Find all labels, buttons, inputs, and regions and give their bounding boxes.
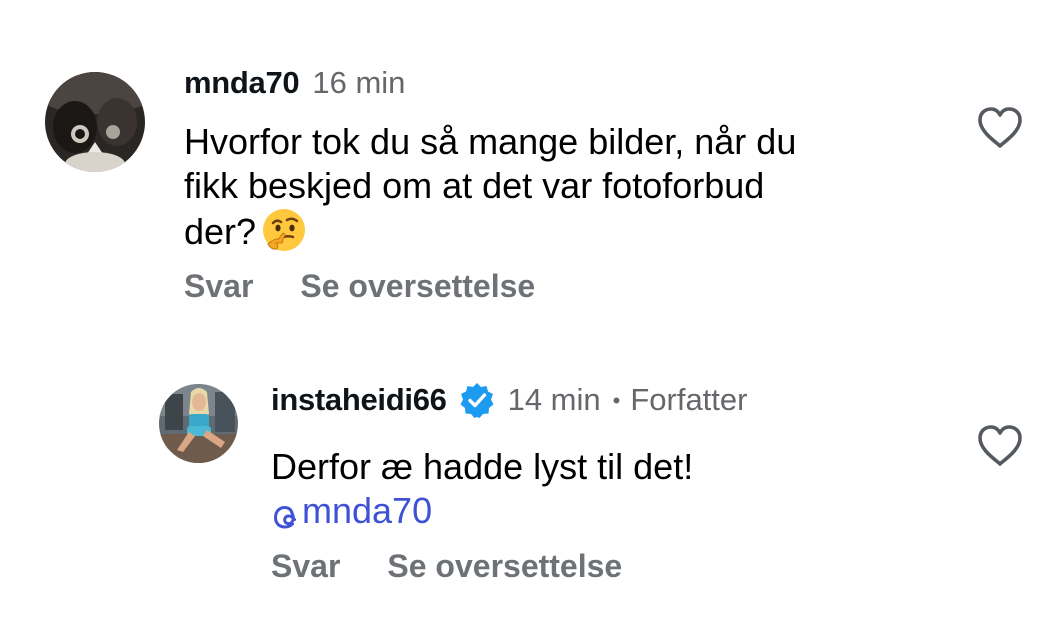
comment-text-fragment: der? <box>184 211 257 252</box>
reply-button[interactable]: Svar <box>184 268 253 305</box>
avatar-image <box>45 72 145 172</box>
heart-icon[interactable] <box>976 106 1024 150</box>
comment-text-line: der? <box>184 208 924 254</box>
reply-button[interactable]: Svar <box>271 548 340 585</box>
verified-badge-icon <box>459 382 495 418</box>
username[interactable]: instaheidi66 <box>271 382 447 418</box>
timestamp: 16 min <box>312 65 406 100</box>
comment-text: Derfor æ hadde lyst til det! mnda70 <box>271 445 921 540</box>
comment-text-line: Hvorfor tok du så mange bilder, når du <box>184 121 797 162</box>
comment-header: mnda70 16 min <box>184 64 405 102</box>
mention-username: mnda70 <box>302 490 433 531</box>
author-label: Forfatter <box>630 382 748 417</box>
avatar[interactable] <box>159 384 238 463</box>
heart-icon[interactable] <box>976 424 1024 468</box>
comment-actions: Svar Se oversettelse <box>184 268 535 305</box>
thinking-face-icon <box>262 208 306 252</box>
timestamp: 14 min <box>507 382 601 417</box>
mention-link[interactable]: mnda70 <box>271 489 432 533</box>
see-translation-button[interactable]: Se oversettelse <box>300 268 535 305</box>
comment-text-line: fikk beskjed om at det var fotoforbud <box>184 165 765 206</box>
comment-header: instaheidi66 14 min • Forfatter <box>271 381 747 419</box>
avatar-image <box>159 384 238 463</box>
username[interactable]: mnda70 <box>184 65 300 101</box>
threads-at-icon <box>271 498 299 529</box>
see-translation-button[interactable]: Se oversettelse <box>387 548 622 585</box>
comment-text-line: Derfor æ hadde lyst til det! <box>271 446 694 487</box>
mention-line: mnda70 <box>271 489 921 540</box>
comment-text: Hvorfor tok du så mange bilder, når du f… <box>184 120 924 254</box>
meta-separator: • <box>612 388 621 413</box>
avatar[interactable] <box>45 72 145 172</box>
comment-actions: Svar Se oversettelse <box>271 548 622 585</box>
